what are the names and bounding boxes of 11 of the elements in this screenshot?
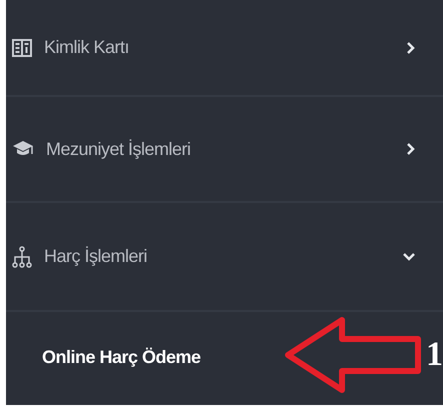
chevron-right-icon [407,143,415,155]
menu-item[interactable]: Kimlik Kartı [6,0,443,97]
chevron-down-icon [403,252,415,260]
annotation-number: 1 [426,336,443,374]
submenu-item[interactable]: Online Harç Ödeme [6,312,201,402]
graduation-cap-icon [12,140,34,158]
chevron-right-icon [407,42,415,54]
menu-item[interactable]: Mezuniyet İşlemleri [6,97,443,203]
sitemap-icon [12,246,32,268]
id-card-icon [12,38,32,56]
menu-item[interactable]: Harç İşlemleri [6,203,443,312]
